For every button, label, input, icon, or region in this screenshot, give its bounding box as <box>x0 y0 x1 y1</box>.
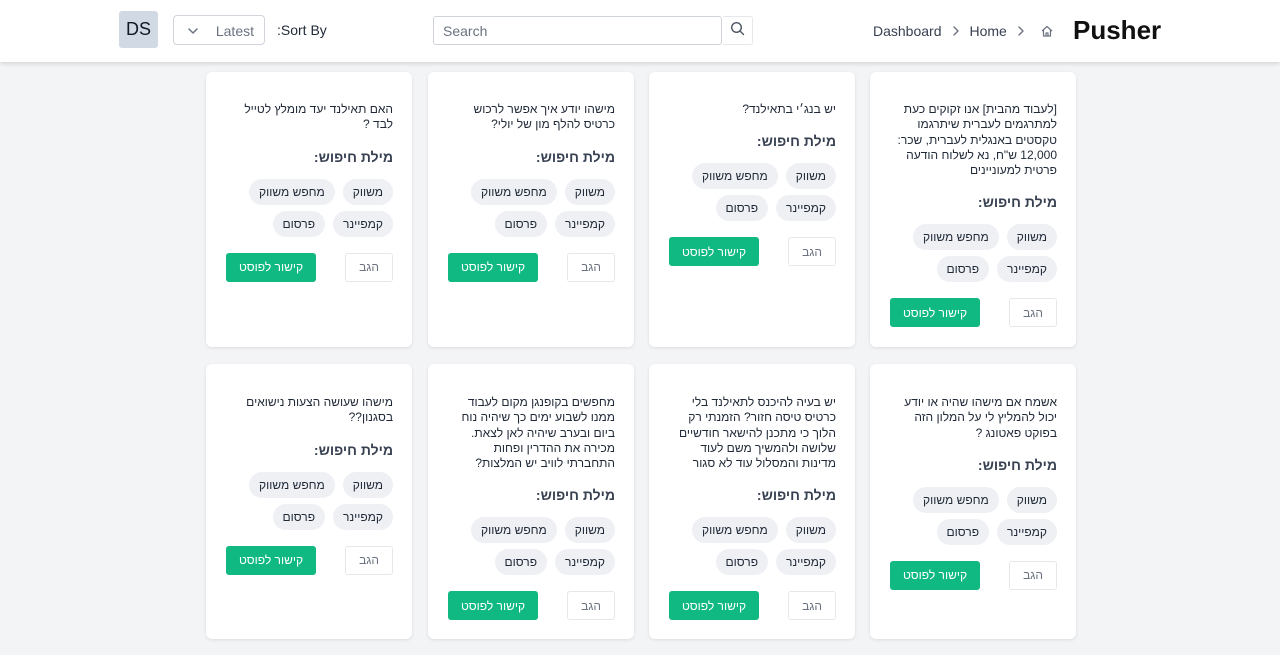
post-text: יש בעיה להיכנס לתאילנד בלי כרטיס טיסה חז… <box>679 395 836 471</box>
keyword-chip[interactable]: משווק <box>564 178 615 205</box>
reply-button[interactable]: הגב <box>788 591 836 621</box>
keywords-title: מילת חיפוש: <box>535 148 615 165</box>
keyword-chip[interactable]: פרסום <box>272 503 326 530</box>
sort-value: Latest <box>215 23 254 39</box>
post-card: [לעבוד מהבית] אנו זקוקים כעת למתרגמים לע… <box>870 72 1076 347</box>
post-text: אשמח אם מישהו שהיה או יודע יכול להמליץ ל… <box>904 395 1057 440</box>
keyword-chip[interactable]: פרסום <box>715 549 769 576</box>
keyword-chip[interactable]: משווק <box>785 163 836 190</box>
keyword-chip[interactable]: מחפש משווק <box>471 178 557 205</box>
breadcrumb-dashboard[interactable]: Dashboard <box>873 23 942 39</box>
top-bar: DS Latest :Sort By Dashboard Home Pusher <box>0 0 1280 62</box>
keyword-chips: משווק מחפש משווק קמפיינר פרסום <box>447 517 615 581</box>
reply-button[interactable]: הגב <box>1009 298 1057 328</box>
keyword-chip[interactable]: מחפש משווק <box>913 224 999 251</box>
keyword-chip[interactable]: משווק <box>1006 224 1057 251</box>
keywords-title: מילת חיפוש: <box>756 487 836 504</box>
chevron-right-icon <box>1013 24 1029 38</box>
post-text: מישהו יודע איך אפשר לרכוש כרטיס להלף מון… <box>473 102 615 132</box>
avatar[interactable]: DS <box>119 11 158 48</box>
keyword-chips: משווק מחפש משווק קמפיינר פרסום <box>889 224 1057 288</box>
keyword-chip[interactable]: פרסום <box>936 256 990 283</box>
keyword-chip[interactable]: משווק <box>342 471 393 498</box>
reply-button[interactable]: הגב <box>1009 560 1057 590</box>
keyword-chip[interactable]: פרסום <box>936 518 990 545</box>
keywords-title: מילת חיפוש: <box>313 441 393 458</box>
post-text: יש בנג׳י בתאילנד? <box>742 102 836 116</box>
post-card: אשמח אם מישהו שהיה או יודע יכול להמליץ ל… <box>870 364 1076 639</box>
post-link-button[interactable]: קישור לפוסט <box>890 560 980 590</box>
post-card: מישהו שעושה הצעות נישואים בסגנון?? מילת … <box>206 364 412 639</box>
keyword-chip[interactable]: מחפש משווק <box>692 517 778 544</box>
keyword-chip[interactable]: משווק <box>785 517 836 544</box>
keyword-chips: משווק מחפש משווק קמפיינר פרסום <box>447 178 615 243</box>
breadcrumb: Dashboard Home <box>873 22 1055 40</box>
keywords-title: מילת חיפוש: <box>977 456 1057 473</box>
post-text: מחפשים בקופנגן מקום לעבוד ממנו לשבוע ימי… <box>461 395 615 471</box>
keywords-title: מילת חיפוש: <box>313 148 393 165</box>
post-text: האם תאילנד יעד מומלץ לטייל לבד ? <box>244 102 393 132</box>
post-card: מישהו יודע איך אפשר לרכוש כרטיס להלף מון… <box>428 72 634 347</box>
keyword-chip[interactable]: קמפיינר <box>997 518 1057 545</box>
keyword-chip[interactable]: קמפיינר <box>333 210 393 237</box>
chevron-down-icon <box>186 24 200 38</box>
keyword-chip[interactable]: קמפיינר <box>333 503 393 530</box>
post-link-button[interactable]: קישור לפוסט <box>226 252 316 282</box>
post-card: האם תאילנד יעד מומלץ לטייל לבד ? מילת חי… <box>206 72 412 347</box>
keyword-chips: משווק מחפש משווק קמפיינר פרסום <box>889 486 1057 551</box>
reply-button[interactable]: הגב <box>567 591 615 621</box>
post-link-button[interactable]: קישור לפוסט <box>226 545 316 575</box>
reply-button[interactable]: הגב <box>567 252 615 282</box>
reply-button[interactable]: הגב <box>345 545 393 575</box>
keyword-chip[interactable]: קמפיינר <box>776 195 836 222</box>
sort-select[interactable]: Latest <box>173 15 265 45</box>
post-link-button[interactable]: קישור לפוסט <box>448 591 538 621</box>
keyword-chip[interactable]: קמפיינר <box>555 210 615 237</box>
keywords-title: מילת חיפוש: <box>535 487 615 504</box>
keywords-title: מילת חיפוש: <box>977 194 1057 211</box>
keywords-title: מילת חיפוש: <box>756 133 836 150</box>
keyword-chip[interactable]: פרסום <box>272 210 326 237</box>
search-icon <box>730 21 745 41</box>
search-button[interactable] <box>723 16 753 45</box>
post-link-button[interactable]: קישור לפוסט <box>890 298 980 328</box>
breadcrumb-home[interactable]: Home <box>970 23 1007 39</box>
keyword-chip[interactable]: קמפיינר <box>776 549 836 576</box>
brand-logo[interactable]: Pusher <box>1073 15 1161 46</box>
keyword-chip[interactable]: מחפש משווק <box>913 486 999 513</box>
keyword-chip[interactable]: פרסום <box>494 210 548 237</box>
post-card: יש בנג׳י בתאילנד? מילת חיפוש: משווק מחפש… <box>649 72 855 347</box>
post-link-button[interactable]: קישור לפוסט <box>669 591 759 621</box>
keyword-chip[interactable]: משווק <box>564 517 615 544</box>
search-input[interactable] <box>433 16 722 45</box>
sort-label: :Sort By <box>277 22 327 38</box>
reply-button[interactable]: הגב <box>345 252 393 282</box>
keyword-chips: משווק מחפש משווק קמפיינר פרסום <box>668 163 836 227</box>
keyword-chips: משווק מחפש משווק קמפיינר פרסום <box>668 517 836 581</box>
home-icon[interactable] <box>1039 23 1055 39</box>
keyword-chip[interactable]: משווק <box>1006 486 1057 513</box>
keyword-chips: משווק מחפש משווק קמפיינר פרסום <box>225 471 393 536</box>
keyword-chip[interactable]: קמפיינר <box>997 256 1057 283</box>
keyword-chip[interactable]: קמפיינר <box>555 549 615 576</box>
keyword-chip[interactable]: פרסום <box>494 549 548 576</box>
post-text: מישהו שעושה הצעות נישואים בסגנון?? <box>246 395 393 425</box>
keyword-chip[interactable]: מחפש משווק <box>471 517 557 544</box>
post-link-button[interactable]: קישור לפוסט <box>448 252 538 282</box>
keyword-chip[interactable]: פרסום <box>715 195 769 222</box>
chevron-right-icon <box>948 24 964 38</box>
post-card: מחפשים בקופנגן מקום לעבוד ממנו לשבוע ימי… <box>428 364 634 639</box>
post-card: יש בעיה להיכנס לתאילנד בלי כרטיס טיסה חז… <box>649 364 855 639</box>
keyword-chip[interactable]: מחפש משווק <box>692 163 778 190</box>
keyword-chip[interactable]: מחפש משווק <box>249 471 335 498</box>
keyword-chip[interactable]: משווק <box>342 178 393 205</box>
keyword-chip[interactable]: מחפש משווק <box>249 178 335 205</box>
keyword-chips: משווק מחפש משווק קמפיינר פרסום <box>225 178 393 243</box>
post-text: [לעבוד מהבית] אנו זקוקים כעת למתרגמים לע… <box>897 102 1058 178</box>
post-link-button[interactable]: קישור לפוסט <box>669 237 759 267</box>
reply-button[interactable]: הגב <box>788 237 836 267</box>
